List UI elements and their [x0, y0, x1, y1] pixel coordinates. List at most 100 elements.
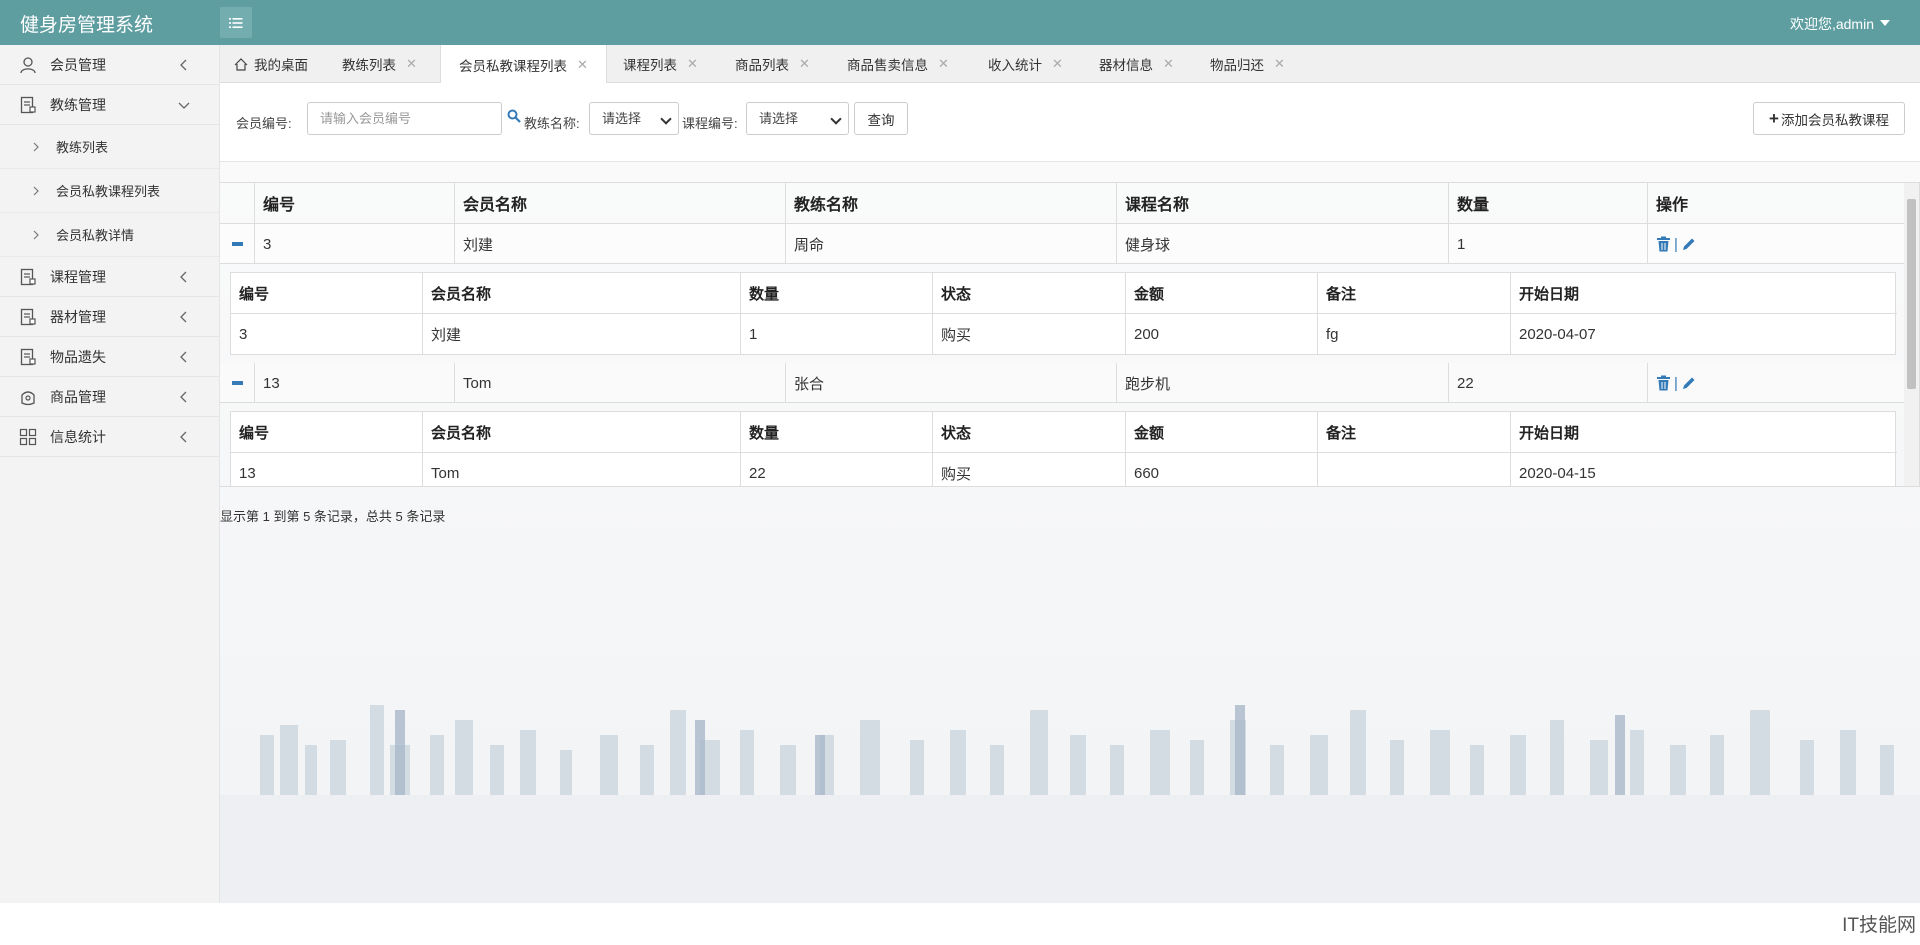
- sidebar-item-goods[interactable]: 商品管理: [0, 377, 219, 417]
- sidebar-subitem-label: 会员私教详情: [56, 228, 135, 243]
- table-cell: 张合: [785, 363, 1116, 403]
- query-button[interactable]: 查询: [854, 102, 908, 135]
- table-cell: 刘建: [454, 224, 785, 264]
- document-icon: [20, 308, 36, 325]
- tab-member-private-course-list[interactable]: 会员私教课程列表 ✕: [440, 45, 607, 84]
- user-label: 欢迎您,admin: [1789, 16, 1874, 32]
- tab-equipment-info[interactable]: 器材信息 ✕: [1099, 45, 1174, 83]
- detail-column-header: 开始日期: [1510, 273, 1897, 313]
- user-icon: [20, 56, 36, 73]
- detail-column-header: 开始日期: [1510, 412, 1897, 452]
- detail-header-row: 编号 会员名称 数量 状态 金额 备注 开始日期: [231, 412, 1897, 453]
- coach-name-label: 教练名称:: [524, 116, 580, 131]
- add-button-label: 添加会员私教课程: [1780, 112, 1889, 128]
- caret-down-icon: [1880, 20, 1890, 26]
- table-cell: 3: [254, 224, 454, 264]
- tab-label: 商品售卖信息: [847, 58, 928, 73]
- detail-cell: 660: [1125, 453, 1317, 486]
- user-menu[interactable]: 欢迎您,admin: [1790, 14, 1890, 34]
- table-header-row: 编号 会员名称 教练名称 课程名称 数量 操作: [220, 183, 1905, 224]
- close-icon[interactable]: ✕: [1163, 56, 1174, 72]
- detail-column-header: 会员名称: [422, 412, 740, 452]
- close-icon[interactable]: ✕: [1274, 56, 1285, 72]
- close-icon[interactable]: ✕: [577, 57, 588, 73]
- tab-label: 教练列表: [342, 58, 396, 73]
- sidebar-item-equipment[interactable]: 器材管理: [0, 297, 219, 337]
- detail-cell: 13: [239, 464, 256, 482]
- sidebar-item-label: 会员管理: [50, 56, 106, 73]
- tab-label: 我的桌面: [254, 58, 308, 73]
- close-icon[interactable]: ✕: [687, 56, 698, 72]
- actions-cell: |: [1647, 224, 1905, 264]
- tab-label: 课程列表: [623, 58, 677, 73]
- coach-name-select[interactable]: 请选择: [589, 102, 679, 135]
- tab-item-return[interactable]: 物品归还 ✕: [1210, 45, 1285, 83]
- sidebar-item-statistics[interactable]: 信息统计: [0, 417, 219, 457]
- table-scrollbar[interactable]: [1904, 183, 1919, 486]
- column-header[interactable]: 数量: [1448, 183, 1647, 223]
- tab-label: 商品列表: [735, 58, 789, 73]
- close-icon[interactable]: ✕: [1052, 56, 1063, 72]
- sidebar-subitem-label: 会员私教课程列表: [56, 184, 161, 199]
- close-icon[interactable]: ✕: [406, 56, 417, 72]
- tab-goods-sales[interactable]: 商品售卖信息 ✕: [847, 45, 949, 83]
- trash-icon[interactable]: [1656, 236, 1671, 252]
- tab-label: 会员私教课程列表: [459, 58, 568, 74]
- member-no-input[interactable]: 请输入会员编号: [307, 102, 502, 135]
- detail-row: 3 刘建 1 购买 200 fg 2020-04-07: [231, 314, 1897, 355]
- collapse-toggle[interactable]: [220, 363, 254, 403]
- table-row: 13 Tom 张合 跑步机 22 |: [220, 363, 1905, 403]
- add-member-private-course-button[interactable]: + 添加会员私教课程: [1753, 102, 1905, 135]
- detail-column-header: 备注: [1317, 273, 1510, 313]
- sidebar-item-member[interactable]: 会员管理: [0, 45, 219, 85]
- detail-cell: 22: [740, 453, 932, 486]
- trash-icon[interactable]: [1656, 375, 1671, 391]
- sidebar-item-course[interactable]: 课程管理: [0, 257, 219, 297]
- detail-column-header: 编号: [239, 424, 270, 442]
- tab-my-desktop[interactable]: 我的桌面: [234, 45, 308, 83]
- sidebar-item-lost-items[interactable]: 物品遗失: [0, 337, 219, 377]
- search-icon: [507, 109, 521, 123]
- filter-bar: 会员编号: 请输入会员编号 教练名称: 请选择 课程编号: 请选择 查询 + 添加…: [220, 83, 1920, 162]
- detail-cell: 购买: [932, 314, 1125, 354]
- column-header[interactable]: 课程名称: [1116, 183, 1448, 223]
- collapse-toggle[interactable]: [220, 224, 254, 264]
- sidebar-subitem-member-private-course-list[interactable]: 会员私教课程列表: [0, 169, 219, 213]
- sidebar-item-coach[interactable]: 教练管理: [0, 85, 219, 125]
- sidebar-item-label: 商品管理: [50, 388, 106, 405]
- column-header[interactable]: 会员名称: [454, 183, 785, 223]
- tab-goods-list[interactable]: 商品列表 ✕: [735, 45, 810, 83]
- column-header[interactable]: 编号: [254, 183, 454, 223]
- column-header[interactable]: 教练名称: [785, 183, 1116, 223]
- detail-header-row: 编号 会员名称 数量 状态 金额 备注 开始日期: [231, 273, 1897, 314]
- chevron-left-icon: [180, 311, 187, 323]
- document-icon: [20, 348, 36, 365]
- sidebar-item-label: 物品遗失: [50, 348, 106, 365]
- plus-icon: +: [1769, 108, 1779, 128]
- detail-cell: 3: [239, 325, 248, 343]
- detail-column-header: 状态: [932, 273, 1125, 313]
- pencil-icon[interactable]: [1681, 237, 1696, 252]
- menu-toggle-button[interactable]: [220, 7, 252, 38]
- table-cell: 22: [1448, 363, 1647, 403]
- close-icon[interactable]: ✕: [799, 56, 810, 72]
- sidebar-subitem-member-private-detail[interactable]: 会员私教详情: [0, 213, 219, 257]
- close-icon[interactable]: ✕: [938, 56, 949, 72]
- detail-cell: 2020-04-15: [1510, 453, 1897, 486]
- pencil-icon[interactable]: [1681, 376, 1696, 391]
- document-icon: [20, 96, 36, 113]
- scrollbar-thumb[interactable]: [1907, 199, 1916, 389]
- sidebar-item-label: 器材管理: [50, 308, 106, 325]
- tab-course-list[interactable]: 课程列表 ✕: [623, 45, 698, 83]
- sidebar-subitem-coach-list[interactable]: 教练列表: [0, 125, 219, 169]
- tab-label: 物品归还: [1210, 58, 1264, 73]
- document-icon: [20, 268, 36, 285]
- detail-column-header: 金额: [1125, 273, 1317, 313]
- action-separator: |: [1674, 235, 1678, 253]
- member-no-label: 会员编号:: [236, 116, 292, 131]
- tab-coach-list[interactable]: 教练列表 ✕: [342, 45, 417, 83]
- chevron-down-icon: [178, 102, 190, 109]
- tab-income-stats[interactable]: 收入统计 ✕: [988, 45, 1063, 83]
- detail-column-header: 金额: [1125, 412, 1317, 452]
- course-no-select[interactable]: 请选择: [746, 102, 849, 135]
